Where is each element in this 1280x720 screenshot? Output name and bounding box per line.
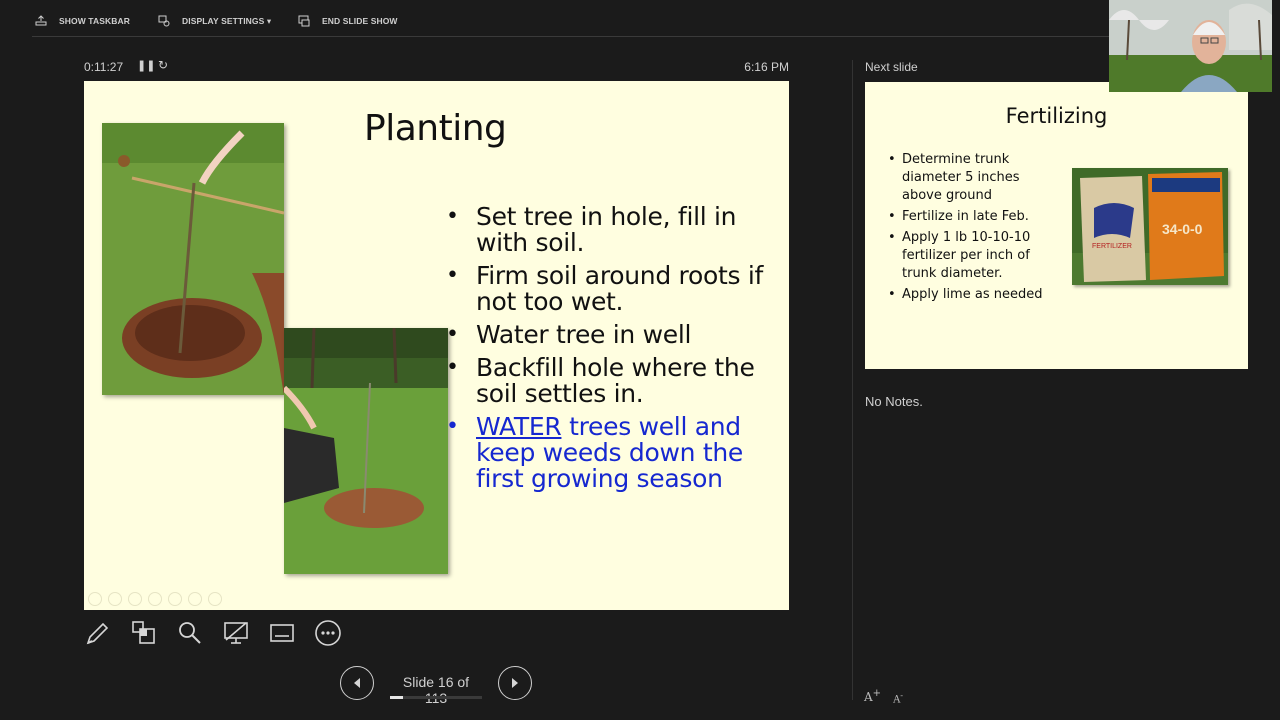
bag-label-34-0-0: 34-0-0 [1162, 221, 1203, 237]
more-icon [315, 620, 341, 646]
next-bullet-item: Determine trunk diameter 5 inches above … [887, 151, 1057, 205]
toolbar-divider [32, 36, 1112, 37]
slide-bullet-list: Set tree in hole, fill in with soil. Fir… [446, 204, 776, 499]
underlined-word: WATER [476, 412, 562, 441]
next-slide-preview[interactable]: Fertilizing Determine trunk diameter 5 i… [865, 82, 1248, 369]
slide-counter[interactable]: Slide 16 of 113 [390, 674, 482, 706]
subtitles-mini-icon[interactable] [188, 592, 202, 606]
fertilizer-bags-photo: FERTILIZER 34-0-0 [1072, 168, 1228, 285]
taskbar-icon [35, 15, 49, 27]
subtitles-icon [270, 624, 294, 642]
presenter-tools [84, 618, 342, 648]
end-slide-show-label: END SLIDE SHOW [322, 16, 398, 26]
pen-tool-button[interactable] [84, 619, 112, 647]
restart-timer-icon[interactable]: ↻ [158, 58, 168, 72]
planting-photo-hole [102, 123, 284, 395]
watering-photo [284, 328, 448, 574]
pen-mini-icon[interactable] [128, 592, 142, 606]
show-taskbar-button[interactable]: SHOW TASKBAR [35, 14, 130, 28]
next-bullet-item: Fertilize in late Feb. [887, 208, 1057, 226]
next-slide-button[interactable] [498, 666, 532, 700]
slide-progress-bar [390, 696, 482, 699]
display-settings-button[interactable]: DISPLAY SETTINGS ▾ [158, 14, 271, 28]
prev-mini-icon[interactable] [88, 592, 102, 606]
zoom-mini-icon[interactable] [168, 592, 182, 606]
decrease-font-icon[interactable]: A- [893, 688, 903, 705]
next-slide-label: Next slide [865, 60, 918, 74]
bullet-item: Firm soil around roots if not too wet. [446, 263, 776, 315]
view-mini-icon[interactable] [148, 592, 162, 606]
current-time: 6:16 PM [744, 60, 789, 74]
arrow-left-icon [354, 678, 360, 688]
bullet-item: Set tree in hole, fill in with soil. [446, 204, 776, 256]
previous-slide-button[interactable] [340, 666, 374, 700]
next-slide-title: Fertilizing [1005, 104, 1108, 128]
show-taskbar-label: SHOW TASKBAR [59, 16, 130, 26]
pause-timer-icon[interactable]: ❚❚ [137, 59, 155, 72]
slide-title: Planting [364, 108, 507, 149]
black-screen-button[interactable] [222, 619, 250, 647]
slide-overlay-controls [88, 592, 222, 606]
bullet-item: Backfill hole where the soil settles in. [446, 355, 776, 407]
current-slide[interactable]: Planting Set tree in hole, fill in with … [84, 81, 789, 610]
end-show-icon [298, 15, 312, 27]
slide-navigation: Slide 16 of 113 [340, 666, 532, 706]
zoom-button[interactable] [176, 619, 204, 647]
increase-font-icon[interactable]: A+ [864, 688, 881, 705]
magnifier-icon [179, 622, 201, 644]
timer-row: 0:11:27 ❚❚ ↻ 6:16 PM [84, 58, 789, 75]
more-options-button[interactable] [314, 619, 342, 647]
presenter-toolbar: SHOW TASKBAR DISPLAY SETTINGS ▾ END SLID… [0, 0, 1280, 42]
bag-label-fertilizer: FERTILIZER [1092, 243, 1132, 250]
notes-font-controls: A+ A- [864, 688, 903, 705]
bullet-item-highlight: WATER trees well and keep weeds down the… [446, 414, 776, 492]
see-all-slides-button[interactable] [130, 619, 158, 647]
next-slide-bullets: Determine trunk diameter 5 inches above … [887, 151, 1057, 307]
bullet-item: Water tree in well [446, 322, 776, 349]
arrow-right-icon [512, 678, 518, 688]
display-settings-icon [158, 15, 172, 27]
end-slide-show-button[interactable]: END SLIDE SHOW [298, 14, 398, 28]
more-mini-icon[interactable] [208, 592, 222, 606]
progress-fill [390, 696, 403, 699]
elapsed-timer: 0:11:27 [84, 60, 124, 74]
pen-icon [86, 622, 109, 645]
screen-off-icon [224, 622, 248, 644]
display-settings-label: DISPLAY SETTINGS ▾ [182, 15, 272, 26]
subtitles-button[interactable] [268, 619, 296, 647]
next-mini-icon[interactable] [108, 592, 122, 606]
grid-slides-icon [132, 621, 155, 644]
next-bullet-item: Apply 1 lb 10-10-10 fertilizer per inch … [887, 229, 1057, 283]
speaker-notes[interactable]: No Notes. [865, 394, 923, 409]
panel-divider[interactable] [852, 60, 853, 700]
webcam-video [1109, 0, 1272, 92]
next-bullet-item: Apply lime as needed [887, 286, 1057, 304]
